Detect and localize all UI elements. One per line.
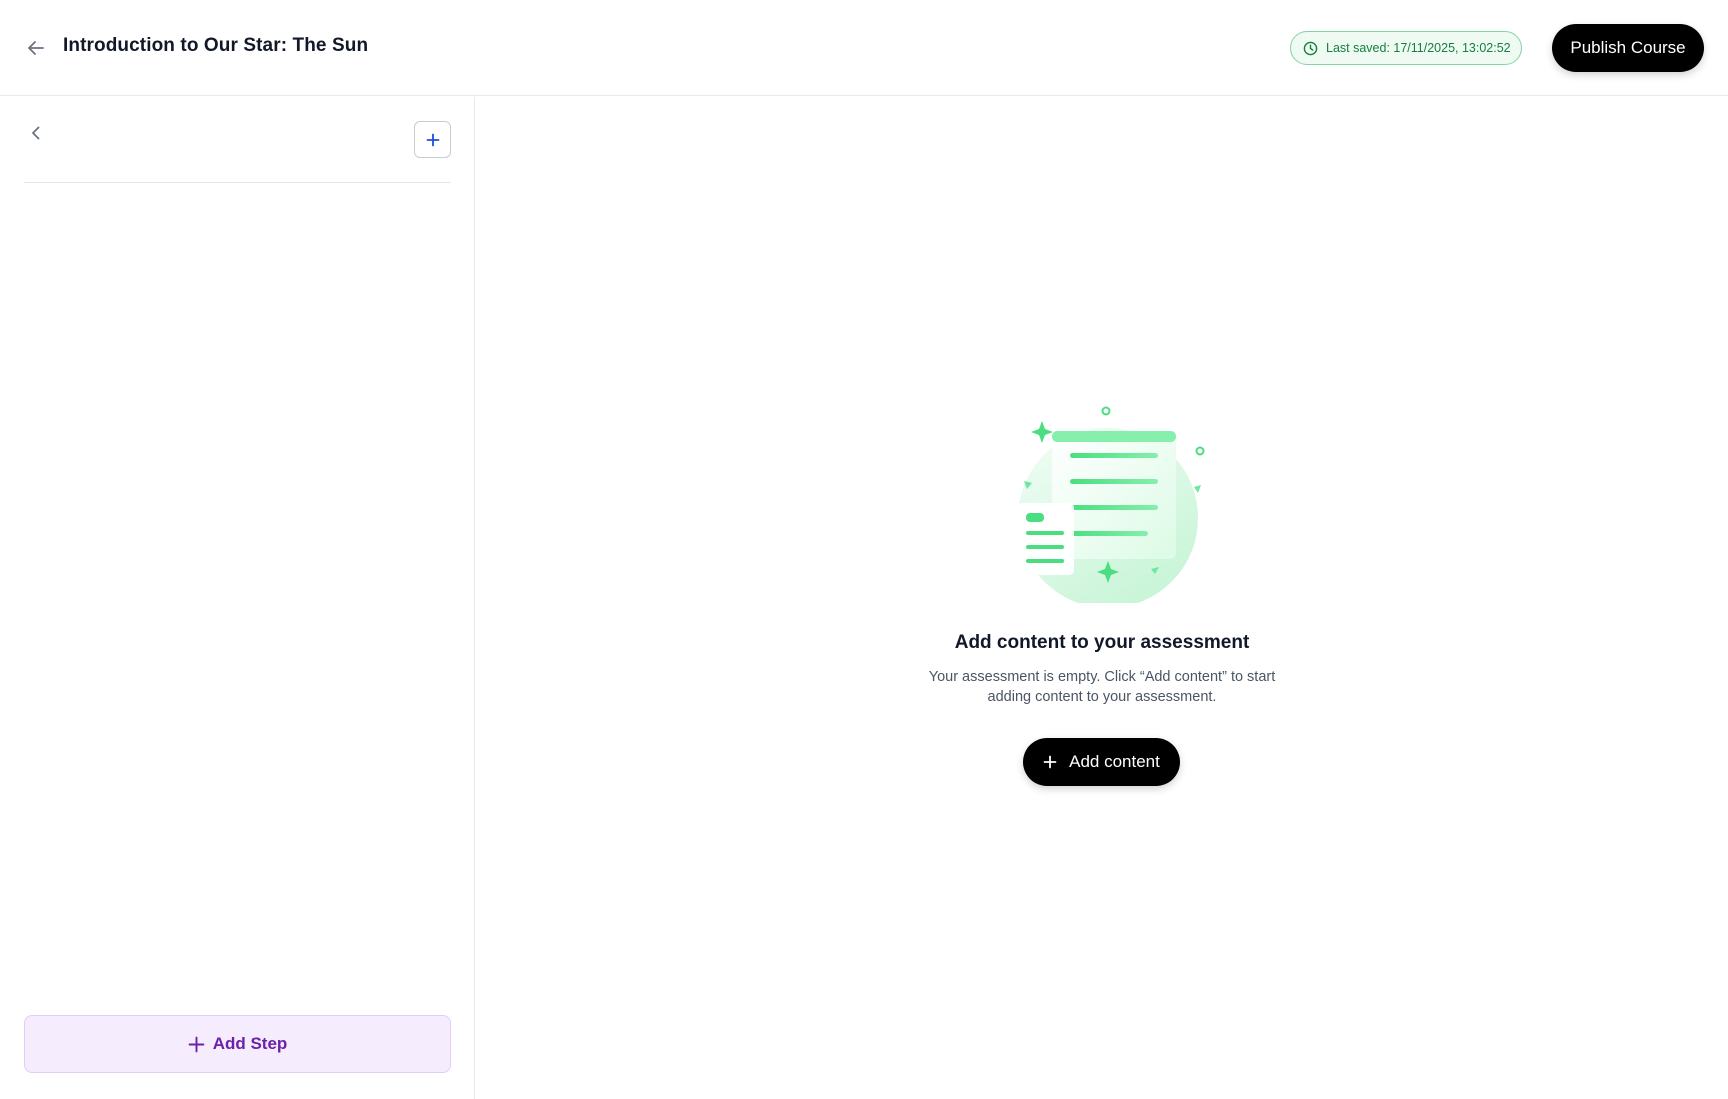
add-item-button[interactable] bbox=[414, 121, 451, 158]
add-content-button[interactable]: Add content bbox=[1023, 738, 1180, 786]
empty-state-title: Add content to your assessment bbox=[954, 632, 1250, 653]
add-step-label: Add Step bbox=[212, 1034, 288, 1053]
steps-sidebar: Add Step bbox=[0, 97, 475, 1099]
page-title: Introduction to Our Star: The Sun bbox=[63, 35, 369, 56]
add-content-label: Add content bbox=[1069, 752, 1160, 771]
assessment-canvas: Add content to your assessment Your asse… bbox=[476, 97, 1728, 1099]
arrow-left-icon bbox=[28, 41, 44, 55]
add-step-button[interactable]: Add Step bbox=[24, 1015, 451, 1073]
top-header: Introduction to Our Star: The Sun Last s… bbox=[0, 0, 1728, 96]
publish-course-button[interactable]: Publish Course bbox=[1552, 24, 1704, 72]
document-illustration-icon bbox=[1018, 406, 1205, 603]
collapse-sidebar-button[interactable] bbox=[24, 121, 48, 145]
back-button[interactable] bbox=[22, 34, 50, 62]
last-saved-text: Last saved: 17/11/2025, 13:02:52 bbox=[1326, 41, 1511, 55]
clock-icon bbox=[1303, 41, 1318, 55]
plus-icon bbox=[426, 133, 439, 146]
empty-state-description: Your assessment is empty. Click “Add con… bbox=[928, 669, 1276, 705]
sidebar-divider bbox=[24, 182, 451, 183]
plus-icon bbox=[188, 1036, 205, 1052]
last-saved-badge: Last saved: 17/11/2025, 13:02:52 bbox=[1290, 31, 1522, 65]
chevron-left-icon bbox=[32, 126, 40, 140]
plus-icon bbox=[1043, 755, 1057, 769]
